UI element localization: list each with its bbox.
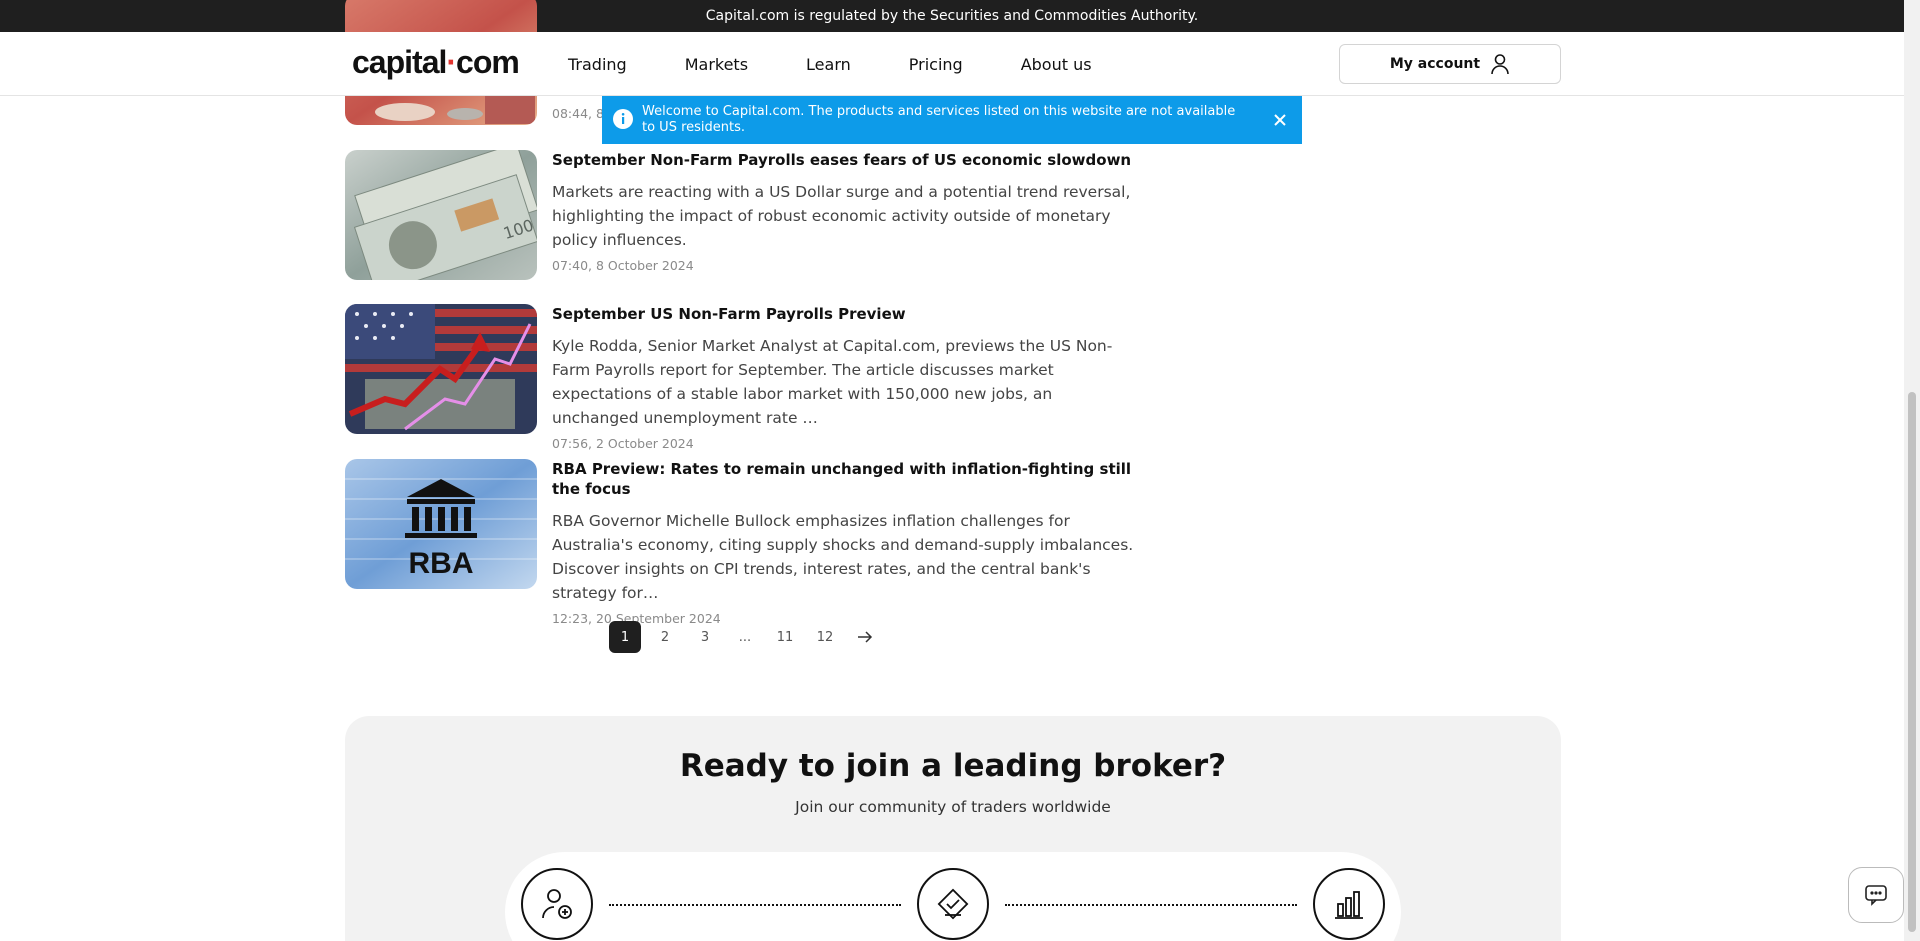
page-1[interactable]: 1 bbox=[609, 621, 641, 653]
logo-text-left: capital bbox=[352, 44, 447, 80]
step-trade bbox=[1313, 868, 1385, 940]
nav-trading[interactable]: Trading bbox=[568, 55, 627, 74]
article-description: RBA Governor Michelle Bullock emphasizes… bbox=[552, 512, 1134, 602]
article-date: 07:40, 8 October 2024 bbox=[552, 258, 694, 273]
article-date: 07:56, 2 October 2024 bbox=[552, 436, 694, 451]
rba-image-text: RBA bbox=[408, 547, 474, 580]
my-account-label: My account bbox=[1389, 56, 1481, 72]
page-scrollbar[interactable] bbox=[1904, 0, 1920, 941]
user-icon bbox=[1491, 54, 1509, 75]
article-title[interactable]: September Non-Farm Payrolls eases fears … bbox=[552, 150, 1142, 170]
cta-subtitle: Join our community of traders worldwide bbox=[795, 798, 1111, 816]
notice-text: Welcome to Capital.com. The products and… bbox=[642, 104, 1236, 135]
regulation-banner: Capital.com is regulated by the Securiti… bbox=[0, 0, 1904, 32]
article-title[interactable]: September US Non-Farm Payrolls Preview bbox=[552, 304, 1142, 324]
page-11[interactable]: 11 bbox=[769, 621, 801, 653]
pagination: 1 2 3 ... 11 12 bbox=[609, 621, 889, 653]
step-register bbox=[521, 868, 593, 940]
nav-learn[interactable]: Learn bbox=[806, 55, 851, 74]
logo-dot: · bbox=[446, 44, 457, 80]
user-add-icon bbox=[542, 889, 572, 919]
next-page-button[interactable] bbox=[849, 621, 881, 653]
nav-about-us[interactable]: About us bbox=[1021, 55, 1092, 74]
us-residents-notice: Welcome to Capital.com. The products and… bbox=[602, 96, 1302, 144]
article-thumbnail[interactable] bbox=[345, 304, 537, 434]
article-title[interactable]: RBA Preview: Rates to remain unchanged w… bbox=[552, 459, 1142, 499]
step-verify bbox=[917, 868, 989, 940]
scrollbar-thumb[interactable] bbox=[1908, 392, 1916, 932]
chat-button[interactable] bbox=[1848, 867, 1904, 923]
page-2[interactable]: 2 bbox=[649, 621, 681, 653]
arrow-right-icon bbox=[858, 631, 873, 643]
nav-markets[interactable]: Markets bbox=[685, 55, 748, 74]
step-connector bbox=[609, 904, 901, 906]
logo-text-right: com bbox=[456, 44, 520, 80]
page-12[interactable]: 12 bbox=[809, 621, 841, 653]
article-description: Markets are reacting with a US Dollar su… bbox=[552, 183, 1131, 249]
article-thumbnail[interactable]: 100 bbox=[345, 150, 537, 280]
page-3[interactable]: 3 bbox=[689, 621, 721, 653]
logo[interactable]: capital·com bbox=[352, 44, 520, 81]
cta-title: Ready to join a leading broker? bbox=[679, 748, 1227, 784]
nav-pricing[interactable]: Pricing bbox=[909, 55, 963, 74]
chart-bars-icon bbox=[1335, 891, 1363, 919]
step-connector bbox=[1005, 904, 1297, 906]
chat-icon bbox=[1865, 885, 1887, 906]
article-thumbnail[interactable]: RBA bbox=[345, 459, 537, 589]
page-ellipsis: ... bbox=[738, 629, 752, 645]
main-nav: Trading Markets Learn Pricing About us bbox=[568, 32, 1150, 96]
verify-icon bbox=[937, 888, 969, 920]
info-icon bbox=[613, 109, 633, 129]
join-broker-cta: Ready to join a leading broker? Join our… bbox=[345, 716, 1561, 941]
signup-steps bbox=[505, 852, 1401, 941]
my-account-button[interactable]: My account bbox=[1339, 44, 1561, 84]
close-icon[interactable] bbox=[1270, 110, 1290, 130]
site-header: capital·com Trading Markets Learn Pricin… bbox=[0, 32, 1904, 96]
article-description: Kyle Rodda, Senior Market Analyst at Cap… bbox=[552, 337, 1113, 427]
regulation-text: Capital.com is regulated by the Securiti… bbox=[705, 8, 1199, 24]
